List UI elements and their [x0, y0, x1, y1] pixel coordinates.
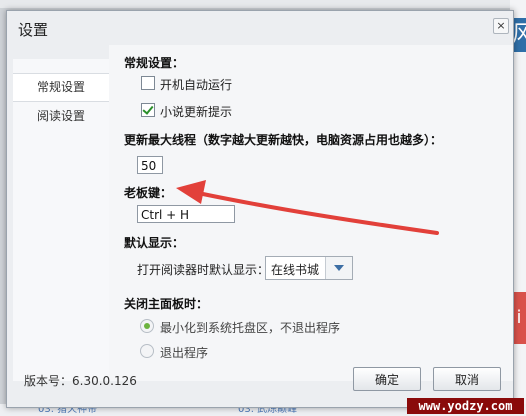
dialog-title: 设置	[18, 21, 49, 39]
settings-content: 常规设置： 开机自动运行 小说更新提示 更新最大线程（数字越大更新越快，电脑资源…	[109, 45, 513, 381]
cancel-button[interactable]: 取消	[433, 367, 501, 391]
boss-key-input[interactable]: Ctrl + H	[137, 205, 235, 223]
settings-dialog: 设置 × 常规设置 阅读设置 常规设置： 开机自动运行 小说更新提示 更新最大线…	[6, 10, 514, 408]
novel-update-label[interactable]: 小说更新提示	[160, 103, 232, 120]
close-panel-heading: 关闭主面板时：	[124, 297, 209, 311]
background-banner-red: i	[512, 292, 526, 344]
minimize-to-tray-label[interactable]: 最小化到系统托盘区，不退出程序	[160, 319, 340, 336]
close-button[interactable]: ×	[493, 18, 509, 34]
dialog-titlebar[interactable]: 设置 ×	[7, 11, 513, 45]
watermark-logo: www.yodzy.com	[407, 398, 524, 414]
chevron-down-icon[interactable]	[325, 257, 352, 279]
version-label: 版本号：6.30.0.126	[24, 374, 137, 388]
background-banner-blue: 风	[512, 18, 526, 52]
close-icon: ×	[496, 19, 506, 32]
open-reader-selected: 在线书城	[271, 263, 320, 277]
exit-program-radio[interactable]	[140, 344, 154, 358]
boss-key-label: 老板键：	[124, 186, 173, 200]
max-threads-label: 更新最大线程（数字越大更新越快，电脑资源占用也越多）：	[124, 133, 443, 147]
autostart-checkbox[interactable]	[141, 76, 155, 90]
autostart-label[interactable]: 开机自动运行	[160, 76, 232, 93]
ok-button[interactable]: 确定	[353, 367, 421, 391]
tab-general-settings[interactable]: 常规设置	[13, 73, 109, 102]
open-reader-label: 打开阅读器时默认显示：	[137, 263, 270, 277]
background-top-strip	[0, 0, 526, 8]
novel-update-checkbox[interactable]	[141, 103, 155, 117]
default-display-heading: 默认显示：	[124, 236, 185, 250]
minimize-to-tray-radio[interactable]	[140, 319, 154, 333]
exit-program-label[interactable]: 退出程序	[160, 344, 208, 361]
general-heading: 常规设置：	[124, 56, 185, 70]
open-reader-select[interactable]: 在线书城	[265, 256, 353, 280]
settings-nav: 常规设置 阅读设置	[13, 59, 110, 381]
tab-reading-settings[interactable]: 阅读设置	[13, 103, 109, 130]
max-threads-input[interactable]: 50	[137, 156, 163, 174]
